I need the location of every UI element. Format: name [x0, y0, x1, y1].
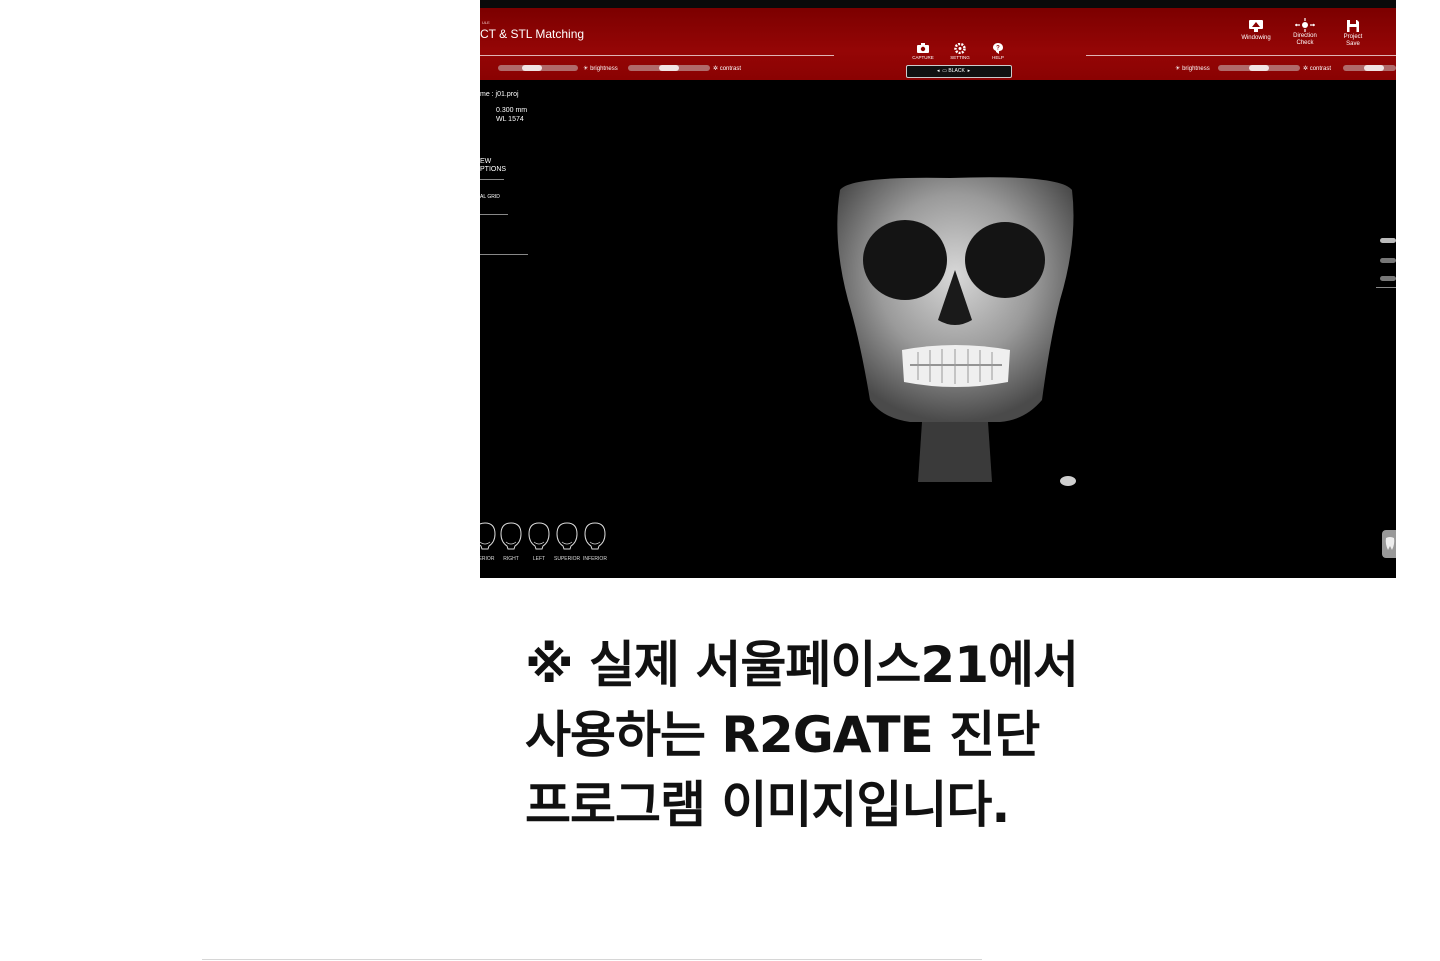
- left-brightness-knob[interactable]: [522, 65, 542, 71]
- panel-divider: [480, 254, 528, 255]
- view-right-button[interactable]: RIGHT: [498, 522, 524, 562]
- grid-divider: [480, 214, 508, 215]
- svg-text:?: ?: [996, 46, 1000, 52]
- windowing-icon: [1249, 20, 1263, 32]
- view-terior-button[interactable]: TERIOR: [480, 522, 498, 562]
- title-underline: [480, 55, 834, 56]
- project-filename: me : j01.proj: [480, 91, 519, 98]
- capture-button[interactable]: CAPTURE: [906, 43, 940, 60]
- project-save-label-line1: Project: [1343, 34, 1363, 40]
- direction-check-label-line2: Check: [1296, 40, 1314, 46]
- windowing-button[interactable]: Windowing: [1232, 20, 1280, 42]
- view-options-divider: [480, 179, 504, 180]
- windowing-label: Windowing: [1241, 35, 1271, 41]
- view-superior-button[interactable]: SUPERIOR: [554, 522, 580, 562]
- right-contrast-label: ✲ contrast: [1303, 65, 1331, 72]
- head-outline-icon: [480, 522, 496, 550]
- tooth-icon: [1385, 537, 1395, 550]
- caret-left-icon: ◂: [937, 68, 940, 74]
- caret-right-icon: ▸: [967, 68, 971, 74]
- view-left-button[interactable]: LEFT: [526, 522, 552, 562]
- left-contrast-label: ✲ contrast: [713, 65, 741, 72]
- right-contrast-slider[interactable]: [1343, 65, 1396, 71]
- left-brightness-text: brightness: [590, 66, 618, 72]
- contrast-icon: ✲: [1303, 66, 1309, 72]
- view-inferior-button[interactable]: INFERIOR: [582, 522, 608, 562]
- right-divider: [1376, 287, 1396, 288]
- tools-underline: [1086, 55, 1396, 56]
- caption-line-1: ※ 실제 서울페이스21에서: [525, 636, 1079, 694]
- ct-skull-render[interactable]: [810, 170, 1100, 500]
- camera-icon: [917, 43, 929, 53]
- view-options-line1: EW: [480, 158, 492, 165]
- caption-text: ※ 실제 서울페이스21에서 사용하는 R2GATE 진단 프로그램 이미지입니…: [525, 630, 1325, 840]
- project-save-label-line2: Save: [1346, 41, 1360, 47]
- right-slider-2[interactable]: [1380, 258, 1396, 263]
- side-tool-button[interactable]: [1382, 530, 1396, 558]
- right-brightness-slider[interactable]: [1218, 65, 1300, 71]
- help-label: HELP: [992, 55, 1004, 60]
- head-outline-icon: [528, 522, 550, 550]
- setting-button[interactable]: SETTING: [943, 43, 977, 60]
- right-brightness-knob[interactable]: [1249, 65, 1269, 71]
- head-outline-icon: [584, 522, 606, 550]
- background-select[interactable]: ◂ ▭ BLACK ▸: [906, 65, 1012, 78]
- left-contrast-slider[interactable]: [628, 65, 710, 71]
- top-toolbar: ULE CT & STL Matching ☀ brightness ✲ con…: [480, 8, 1396, 80]
- monitor-icon: ▭: [942, 68, 948, 74]
- direction-icon: [1295, 18, 1315, 32]
- voxel-size: 0.300 mm: [496, 107, 528, 114]
- window-top-strip: [480, 0, 1396, 8]
- contrast-icon: ✲: [713, 66, 719, 72]
- grid-option[interactable]: AL GRID: [480, 194, 500, 200]
- view-direction-label: RIGHT: [503, 556, 519, 562]
- view-direction-label: SUPERIOR: [554, 556, 581, 562]
- right-slider-3[interactable]: [1380, 276, 1396, 281]
- view-direction-label: LEFT: [532, 556, 546, 562]
- right-contrast-knob[interactable]: [1364, 65, 1384, 71]
- right-brightness-text: brightness: [1182, 66, 1210, 72]
- window-level: WL 1574: [496, 116, 524, 123]
- gear-icon: [954, 43, 966, 54]
- brightness-icon: ☀: [583, 66, 589, 72]
- direction-check-button[interactable]: Direction Check: [1281, 18, 1329, 47]
- view-direction-label: TERIOR: [480, 556, 495, 562]
- right-brightness-label: ☀ brightness: [1175, 65, 1210, 72]
- app-title: CT & STL Matching: [480, 27, 585, 41]
- save-icon: [1347, 20, 1359, 32]
- left-brightness-slider[interactable]: [498, 65, 578, 71]
- project-save-button[interactable]: Project Save: [1329, 20, 1377, 48]
- view-options-label[interactable]: EW PTIONS: [480, 158, 506, 174]
- caption-line-2: 사용하는 R2GATE 진단: [525, 706, 1040, 764]
- right-slider-1[interactable]: [1380, 238, 1396, 243]
- brightness-icon: ☀: [1175, 66, 1181, 72]
- view-options-line2: PTIONS: [480, 166, 507, 173]
- background-select-value: ◂ ▭ BLACK ▸: [937, 68, 970, 74]
- help-button[interactable]: ? HELP: [981, 43, 1015, 60]
- right-contrast-text: contrast: [1309, 66, 1332, 72]
- bottom-divider: [202, 959, 982, 960]
- left-contrast-knob[interactable]: [659, 65, 679, 71]
- caption-line-3: 프로그램 이미지입니다.: [525, 776, 1010, 834]
- project-save-label: Project Save: [1329, 34, 1377, 48]
- r2gate-screenshot: ULE CT & STL Matching ☀ brightness ✲ con…: [480, 0, 1396, 578]
- setting-label: SETTING: [950, 55, 970, 60]
- head-outline-icon: [500, 522, 522, 550]
- left-brightness-label: ☀ brightness: [583, 65, 618, 72]
- head-outline-icon: [556, 522, 578, 550]
- help-icon: ?: [993, 43, 1003, 54]
- direction-check-label: Direction Check: [1281, 33, 1329, 47]
- background-select-text: BLACK: [948, 68, 965, 74]
- direction-check-label-line1: Direction: [1293, 33, 1317, 39]
- capture-label: CAPTURE: [912, 55, 934, 60]
- view-direction-label: INFERIOR: [583, 556, 607, 562]
- left-contrast-text: contrast: [719, 66, 742, 72]
- module-label: ULE: [482, 20, 490, 25]
